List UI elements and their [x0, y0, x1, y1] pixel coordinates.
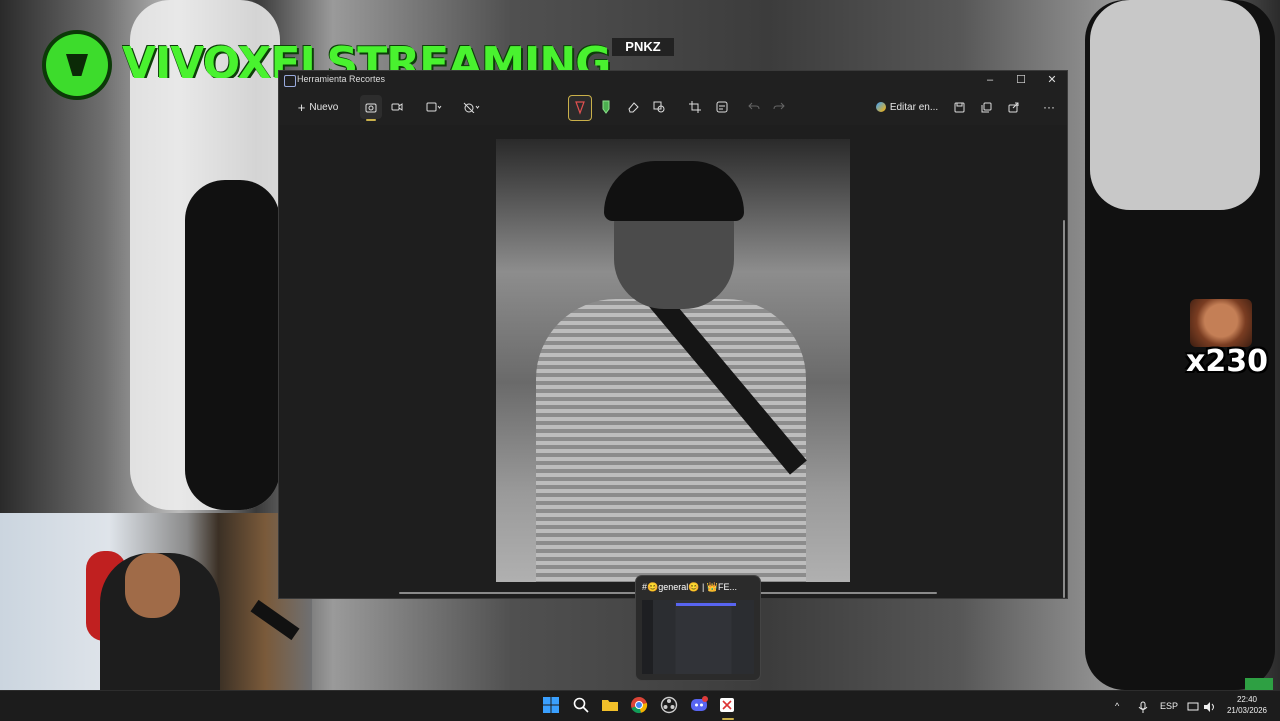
preview-title: #😊general😊 | 👑FE...	[642, 582, 737, 592]
new-snip-button[interactable]: + Nuevo	[289, 95, 347, 119]
stream-tag: PNKZ	[612, 38, 674, 56]
network-icon[interactable]	[1187, 691, 1199, 721]
redo-button[interactable]	[769, 95, 789, 119]
eraser-icon	[628, 102, 639, 113]
save-button[interactable]	[949, 95, 969, 119]
text-actions-icon	[716, 101, 728, 113]
undo-button[interactable]	[744, 95, 764, 119]
delay-dropdown[interactable]	[459, 95, 485, 119]
shapes-button[interactable]	[649, 95, 669, 119]
captured-image	[496, 139, 850, 582]
snipping-tool-taskbar-icon[interactable]	[718, 696, 738, 720]
edit-in-paint-button[interactable]: Editar en...	[872, 95, 942, 119]
preview-accent-bar	[676, 603, 736, 606]
minimize-button[interactable]: –	[975, 71, 1005, 89]
preview-thumbnail[interactable]	[642, 600, 754, 674]
clock-date: 21/03/2026	[1226, 706, 1268, 715]
rectangle-snip-icon	[426, 102, 442, 112]
highlighter-button[interactable]	[596, 95, 616, 119]
vertical-scrollbar[interactable]	[1063, 220, 1065, 598]
maximize-button[interactable]: ☐	[1006, 71, 1036, 89]
plus-icon: +	[297, 99, 306, 115]
title-bar[interactable]: Herramienta Recortes – ☐ ✕	[279, 71, 1067, 89]
active-indicator	[366, 119, 376, 121]
text-actions-button[interactable]	[712, 95, 732, 119]
new-snip-label: Nuevo	[309, 101, 339, 113]
more-options-button[interactable]: ···	[1039, 95, 1059, 119]
copy-button[interactable]	[976, 95, 996, 119]
paint-icon	[875, 102, 886, 112]
shapes-icon	[653, 101, 665, 113]
video-mode-button[interactable]	[386, 95, 408, 119]
file-explorer-icon[interactable]	[601, 696, 621, 716]
video-icon	[391, 103, 403, 111]
app-icon	[284, 75, 296, 87]
timer-off-icon	[463, 102, 480, 113]
image-child-hair	[604, 161, 744, 221]
redo-icon	[773, 102, 785, 110]
camera-icon	[365, 103, 377, 112]
discord-window-preview[interactable]: #😊general😊 | 👑FE...	[636, 576, 760, 680]
windows-start-icon[interactable]	[542, 696, 562, 716]
language-indicator[interactable]: ESP	[1160, 691, 1178, 721]
background-person-right-shirt	[1090, 0, 1260, 210]
crop-icon	[689, 101, 701, 113]
clock-time: 22:40	[1236, 695, 1258, 704]
search-icon[interactable]	[572, 696, 592, 716]
background-person-left-pants	[185, 180, 280, 510]
toolbar: + Nuevo Editar en... ···	[279, 89, 1067, 125]
copy-icon	[981, 102, 991, 112]
pen-icon	[575, 101, 585, 115]
microphone-icon[interactable]	[1138, 691, 1148, 721]
snipping-tool-window: Herramienta Recortes – ☐ ✕ + Nuevo Edita…	[279, 71, 1067, 598]
discord-icon[interactable]	[690, 696, 710, 716]
edit-in-label: Editar en...	[889, 101, 939, 113]
crop-button[interactable]	[685, 95, 705, 119]
system-clock[interactable]: 22:40 21/03/2026	[1222, 694, 1272, 716]
snip-shape-dropdown[interactable]	[421, 95, 447, 119]
highlighter-icon	[602, 100, 610, 114]
undo-icon	[748, 102, 760, 110]
snip-canvas[interactable]	[279, 125, 1067, 598]
stream-logo-icon	[46, 34, 108, 96]
emote-icon	[1190, 299, 1252, 347]
webcam-overlay	[0, 513, 312, 703]
window-title: Herramienta Recortes	[297, 74, 386, 84]
volume-icon[interactable]	[1203, 691, 1215, 721]
close-button[interactable]: ✕	[1037, 71, 1067, 89]
emote-counter: x230	[1186, 344, 1268, 379]
screenshot-mode-button[interactable]	[360, 95, 382, 121]
webcam-microphone	[250, 599, 300, 641]
eraser-button[interactable]	[623, 95, 643, 119]
green-overlay-icon	[1245, 678, 1273, 690]
taskbar: ^ ESP 22:40 21/03/2026	[0, 690, 1280, 721]
chrome-icon[interactable]	[630, 696, 650, 716]
show-hidden-icons-chevron[interactable]: ^	[1115, 691, 1119, 721]
obs-icon[interactable]	[660, 696, 680, 716]
webcam-streamer-head	[125, 553, 180, 618]
ballpoint-pen-button[interactable]	[568, 95, 592, 121]
share-button[interactable]	[1003, 95, 1023, 119]
save-icon	[954, 102, 964, 112]
share-icon	[1008, 102, 1018, 112]
